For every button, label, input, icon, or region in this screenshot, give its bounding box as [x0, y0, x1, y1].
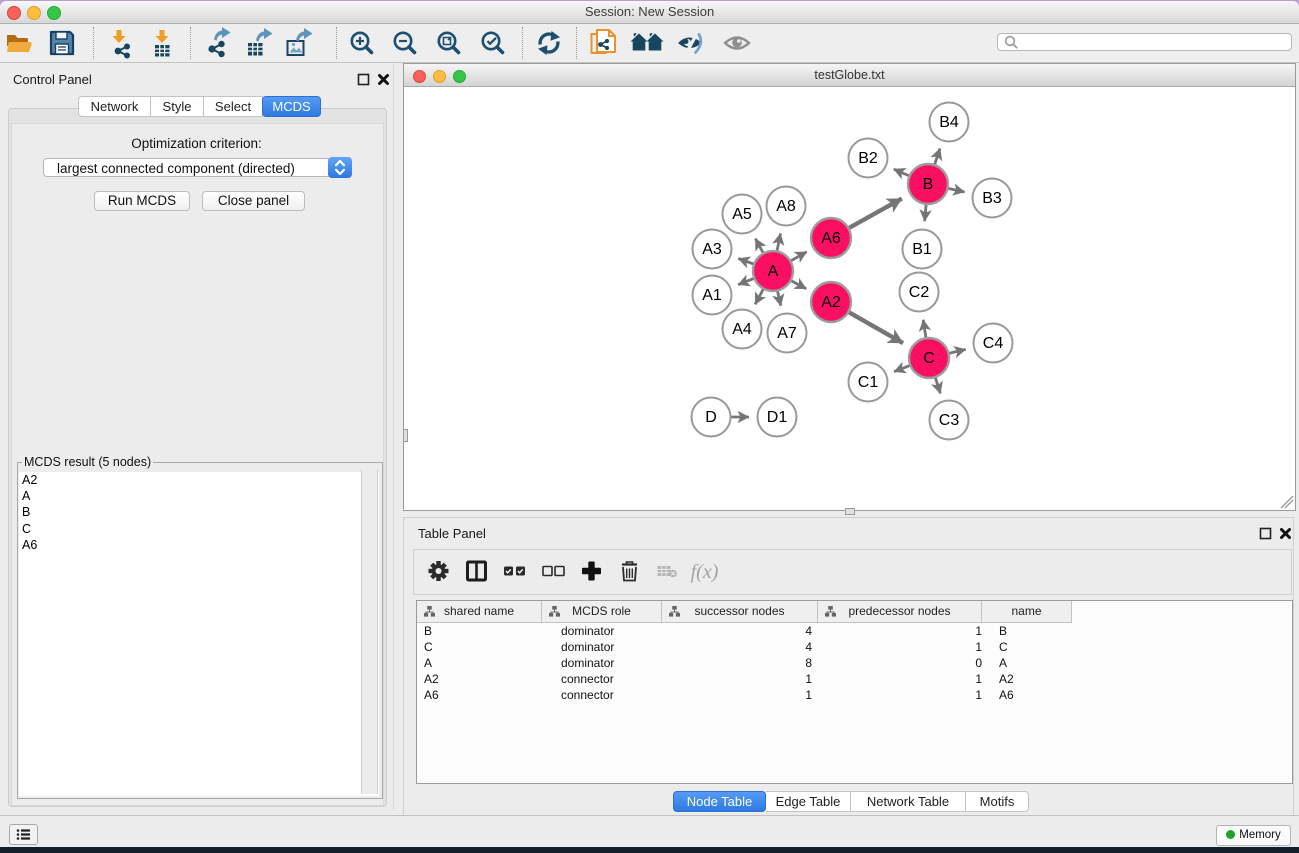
svg-text:B: B — [923, 176, 934, 193]
svg-text:A2: A2 — [821, 294, 841, 311]
svg-text:A1: A1 — [702, 287, 722, 304]
svg-text:D: D — [705, 409, 717, 426]
svg-text:A8: A8 — [776, 198, 796, 215]
svg-text:f(x): f(x) — [691, 561, 719, 583]
svg-text:C2: C2 — [909, 284, 930, 301]
svg-text:B3: B3 — [982, 190, 1002, 207]
svg-text:A6: A6 — [821, 230, 841, 247]
svg-text:D1: D1 — [767, 409, 788, 426]
svg-text:B4: B4 — [939, 114, 959, 131]
svg-text:A4: A4 — [732, 321, 752, 338]
svg-text:A5: A5 — [732, 206, 752, 223]
svg-text:C1: C1 — [858, 374, 879, 391]
svg-text:A3: A3 — [702, 241, 722, 258]
svg-text:B2: B2 — [858, 150, 878, 167]
svg-text:A: A — [768, 263, 779, 280]
svg-text:C: C — [923, 350, 935, 367]
svg-text:B1: B1 — [912, 241, 932, 258]
svg-text:C3: C3 — [939, 412, 960, 429]
svg-text:A7: A7 — [777, 325, 797, 342]
svg-text:C4: C4 — [983, 335, 1004, 352]
